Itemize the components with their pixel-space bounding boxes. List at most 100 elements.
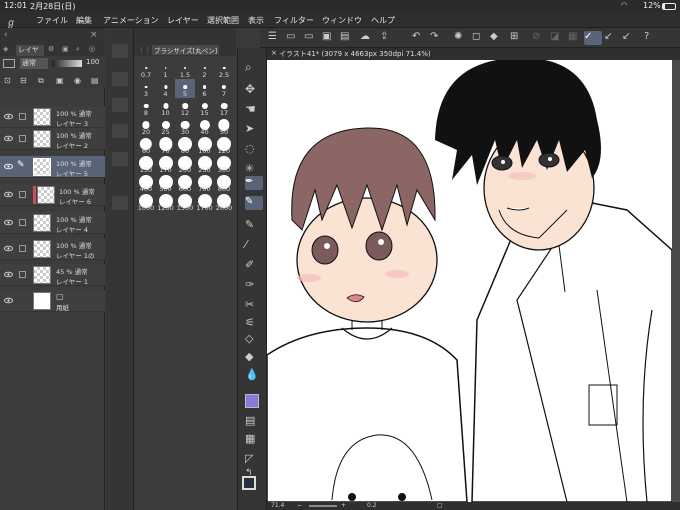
brush-size-cell[interactable]: 1200	[156, 193, 176, 212]
layer-lock-checkbox[interactable]	[19, 191, 26, 198]
document-tab[interactable]: × イラスト41* (3079 x 4663px 350dpi 71.4%)	[267, 48, 680, 60]
pencil-tool-icon[interactable]: ✎	[245, 196, 263, 210]
stabilizer-2-icon[interactable]: ↙	[604, 31, 618, 45]
text-tool-icon[interactable]: ◸	[245, 452, 261, 468]
layer-row[interactable]: 100 % 通常 レイヤー 6	[0, 184, 105, 206]
brush-size-cell[interactable]: 40	[195, 117, 215, 136]
loading-icon[interactable]: ✺	[454, 31, 468, 45]
layer-row-selected[interactable]: ✎ 100 % 通常 レイヤー 5	[0, 156, 105, 178]
export-icon[interactable]: ▤	[340, 31, 354, 45]
brush-size-cell[interactable]: 300	[214, 155, 234, 174]
menu-layer[interactable]: レイヤー	[167, 15, 199, 26]
snap-grid-icon[interactable]: ▦	[568, 31, 582, 45]
liquify-tool-icon[interactable]: ⚟	[245, 316, 261, 332]
collapse-icon[interactable]: ‹	[4, 30, 8, 40]
pen-tool-icon[interactable]: ✒	[245, 176, 263, 190]
brush-size-cell[interactable]: 0.7	[136, 60, 156, 79]
decoration-subtool-icon[interactable]	[112, 152, 128, 166]
layer-lock-checkbox[interactable]	[19, 113, 26, 120]
brush-size-cell[interactable]: 2000	[214, 193, 234, 212]
brush-subtool-icon[interactable]	[112, 72, 128, 86]
eraser-tool-icon[interactable]: ◇	[245, 332, 261, 348]
brush-size-cell[interactable]: 150	[136, 155, 156, 174]
zoom-tool-icon[interactable]: ⌕	[245, 60, 261, 76]
decoration-tool-icon[interactable]: ✑	[245, 278, 261, 294]
brush-size-cell[interactable]: 120	[214, 136, 234, 155]
zoom-out-icon[interactable]: −	[297, 502, 302, 509]
brush-size-cell[interactable]: 400	[136, 174, 156, 193]
layer-menu-icon[interactable]: ▤	[91, 76, 99, 85]
lock-icon[interactable]: ⊟	[20, 76, 27, 85]
brush-size-cell[interactable]: 60	[136, 136, 156, 155]
menu-window[interactable]: ウィンドウ	[322, 15, 362, 26]
save-icon[interactable]: ▣	[322, 31, 336, 45]
brush-size-cell[interactable]: 17	[214, 98, 234, 117]
brush-size-cell[interactable]: 6	[195, 79, 215, 98]
opacity-value[interactable]: 100	[86, 58, 99, 66]
layer-row[interactable]: 100 % 通常 レイヤー 4	[0, 212, 105, 234]
color-wheel-icon[interactable]	[245, 394, 259, 408]
brush-size-cell[interactable]: 2	[195, 60, 215, 79]
snap-ruler-icon[interactable]: ◪	[550, 31, 564, 45]
brush-size-cell[interactable]: 600	[175, 174, 195, 193]
menu-filter[interactable]: フィルター	[274, 15, 314, 26]
app-logo-icon[interactable]: ℊ	[6, 14, 16, 29]
stabilizer-3-icon[interactable]: ↙	[622, 31, 636, 45]
zoom-slider[interactable]	[309, 505, 337, 507]
rotate-value[interactable]: 0.2	[367, 502, 377, 509]
open-file-icon[interactable]: ▭	[304, 31, 318, 45]
eyedropper-icon[interactable]: ⁄	[245, 238, 261, 254]
new-file-icon[interactable]: ▭	[286, 31, 300, 45]
layer-lock-checkbox[interactable]	[19, 271, 26, 278]
layer-color-icon[interactable]	[3, 59, 15, 68]
brush-size-cell[interactable]: 200	[175, 155, 195, 174]
layer-lock-checkbox[interactable]	[19, 219, 26, 226]
eye-icon[interactable]	[4, 296, 13, 305]
cloud-icon[interactable]: ☁	[360, 31, 374, 45]
tab-navigator-icon[interactable]: ▣	[62, 45, 69, 53]
eye-icon[interactable]	[4, 112, 13, 121]
gradient-tool-icon[interactable]: 💧	[245, 368, 261, 384]
layer-row[interactable]: 100 % 通常 レイヤー 1の	[0, 238, 105, 260]
brush-size-cell[interactable]: 1500	[175, 193, 195, 212]
layer-row[interactable]: 45 % 通常 レイヤー 1	[0, 264, 105, 286]
airbrush-tool-icon[interactable]: ✐	[245, 258, 261, 274]
brush-size-cell[interactable]: 25	[156, 117, 176, 136]
zoom-in-icon[interactable]: +	[341, 502, 346, 509]
lasso-tool-icon[interactable]: ◌	[245, 142, 261, 158]
tab-history-icon[interactable]: ◎	[89, 45, 95, 53]
ruler-icon[interactable]: ◉	[74, 76, 81, 85]
brush-size-cell[interactable]: 4	[156, 79, 176, 98]
brush-size-cell[interactable]: 2.5	[214, 60, 234, 79]
layer-row[interactable]: 100 % 通常 レイヤー 3	[0, 106, 105, 128]
object-tool-icon[interactable]: ➤	[245, 122, 261, 138]
brush-size-cell[interactable]: 3	[136, 79, 156, 98]
ruler-tool-icon[interactable]: ▦	[245, 432, 261, 448]
reference-icon[interactable]: ⧉	[38, 76, 44, 86]
color-subtool-icon[interactable]	[112, 196, 128, 210]
brush-size-cell[interactable]: 170	[156, 155, 176, 174]
stabilizer-1-icon[interactable]: ✓	[584, 31, 602, 45]
brush-size-cell[interactable]: 1000	[136, 193, 156, 212]
eye-icon[interactable]	[4, 270, 13, 279]
brush-size-cell[interactable]: 100	[195, 136, 215, 155]
close-icon[interactable]: ×	[90, 30, 98, 40]
tab-search-icon[interactable]: ⌕	[76, 45, 80, 54]
eye-icon[interactable]	[4, 190, 13, 199]
brush-size-cell[interactable]: 1	[156, 60, 176, 79]
opacity-slider[interactable]	[52, 60, 82, 67]
grip-icon[interactable]: ⋮⋮	[138, 46, 151, 54]
tab-settings-icon[interactable]: ⚙	[48, 45, 54, 53]
brush-size-tab[interactable]: ブラシサイズ[丸ペン]	[152, 45, 220, 55]
brush-size-cell[interactable]: 20	[136, 117, 156, 136]
help-icon[interactable]: ?	[644, 31, 658, 45]
brush-tool-icon[interactable]: ✎	[245, 218, 261, 234]
scrollbar[interactable]: ▢	[437, 502, 443, 509]
brush-size-cell[interactable]: 5	[175, 79, 195, 98]
menu-edit[interactable]: 編集	[76, 15, 92, 26]
eye-icon[interactable]	[4, 244, 13, 253]
layer-lock-checkbox[interactable]	[19, 135, 26, 142]
eye-icon[interactable]	[4, 218, 13, 227]
transform-icon[interactable]: ⊞	[510, 31, 524, 45]
brush-size-cell[interactable]: 50	[214, 117, 234, 136]
